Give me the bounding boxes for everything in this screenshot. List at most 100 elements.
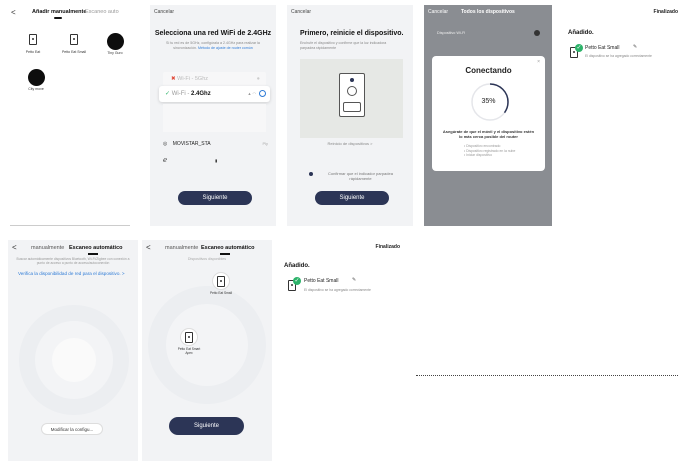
panel-added-top: Finalizado Añadido. ✓ Petto Eat Small ✎ … [560, 5, 680, 105]
button-shape [347, 86, 357, 96]
connection-steps: • Dispositivo encontrado • Dispositivo r… [464, 144, 515, 158]
wifi-illustration: ✖ Wi-Fi - 5Ghz ● ✓ Wi-Fi - 2.4Ghz ▲ ◠ [159, 72, 270, 132]
bottom-divider [10, 225, 130, 226]
tab-auto-underline [88, 253, 98, 255]
tab-auto[interactable]: Escaneo automático [69, 245, 123, 251]
panel-add-manually: < Añadir manualmente Escaneo auto Petto … [0, 0, 137, 226]
device-bubble [180, 328, 198, 346]
next-button[interactable]: Siguiente [178, 191, 252, 205]
network-action[interactable]: Ply [262, 141, 268, 146]
wifi-instructions: Si tu red es de 5GHz, configúrala a 2.4G… [162, 41, 264, 50]
device-label: Petto Eat [25, 50, 41, 54]
wifi-placeholder-row [163, 118, 266, 132]
connecting-modal: × Conectando 35% Asegúrate de que el móv… [432, 56, 545, 171]
reset-help-link[interactable]: Reinicio de dispositivos > [287, 141, 413, 146]
check-icon: ✓ [165, 91, 171, 97]
device-bubble [212, 272, 230, 290]
tab-auto[interactable]: Escaneo auto [85, 9, 119, 15]
added-device-row[interactable]: ✓ Petto Eat Small ✎ El dispositivo se ha… [570, 44, 678, 62]
wifi-24ghz-prefix: Wi-Fi - [171, 91, 192, 97]
device-status: El dispositivo se ha agregado correctame… [304, 288, 371, 292]
device-label: Petto Eat Smart Apex [177, 347, 201, 355]
modify-config-button[interactable]: Modificar la configu... [41, 423, 103, 435]
added-device-row[interactable]: ✓ Petto Eat Small ✎ El dispositivo se ha… [288, 277, 403, 295]
router-method-link[interactable]: Método de ajuste de router común [198, 46, 253, 50]
success-check-icon: ✓ [575, 44, 583, 52]
checkbox[interactable] [309, 172, 313, 176]
edit-icon[interactable]: ✎ [633, 44, 637, 50]
page-title: Selecciona una red WiFi de 2.4GHz [154, 30, 272, 37]
device-item-petto-eat-small[interactable]: Petto Eat Small [58, 34, 90, 54]
device-label: Petto Eat Small [210, 291, 232, 295]
verify-network-link[interactable]: Verifica la disponibilidad de red para e… [18, 271, 125, 276]
next-button[interactable]: Siguiente [315, 191, 389, 205]
edit-icon[interactable]: ✎ [352, 277, 356, 283]
found-label: Dispositivos disponibles [187, 257, 227, 261]
device-item-tiny-guro[interactable]: Tiny Guro [101, 33, 129, 55]
panel-auto-scan-found: < manualmente Escaneo automático Disposi… [142, 240, 272, 461]
device-item-petto-eat[interactable]: Petto Eat [18, 34, 48, 54]
device-name: Petto Eat Small [304, 278, 339, 284]
wifi-signal-icon: ▲ ◠ [247, 91, 256, 96]
tab-auto-underline [220, 253, 230, 255]
panel-added-bottom: Finalizado Añadido. ✓ Petto Eat Small ✎ … [280, 240, 405, 340]
cancel-link[interactable]: Cancelar [428, 9, 448, 15]
dotted-divider [416, 375, 678, 376]
tab-manual[interactable]: manualmente [31, 245, 64, 251]
finish-button[interactable]: Finalizado [376, 244, 400, 250]
found-device-1[interactable]: Petto Eat Small [208, 272, 234, 295]
back-icon[interactable]: < [146, 243, 151, 252]
panel-reset-device: Cancelar Primero, reinicie el dispositiv… [287, 5, 413, 226]
device-label: Petto Eat Small [61, 50, 87, 54]
wifi-placeholder-row [163, 104, 266, 118]
network-row[interactable]: ◎ MOVISTAR_STA Ply [163, 141, 268, 151]
panel-connecting: Cancelar Todos los dispositivos Disposit… [424, 5, 552, 226]
cancel-link[interactable]: Cancelar [291, 9, 311, 15]
tab-manual[interactable]: Añadir manualmente [32, 9, 86, 15]
confirm-label: Confirmar que el indicador parpadea rápi… [328, 171, 393, 181]
confirm-checkbox-row[interactable]: Confirmar que el indicador parpadea rápi… [309, 171, 404, 181]
page-title: Primero, reinicie el dispositivo. [300, 30, 404, 37]
device-body [339, 73, 365, 117]
network-name: MOVISTAR_STA [172, 141, 211, 147]
wifi-5ghz-label: Wi-Fi - 5Ghz [177, 76, 209, 82]
wifi-24ghz-bold: 2.4Ghz [191, 91, 211, 97]
tab-auto[interactable]: Escaneo automático [201, 245, 255, 251]
scan-notice: Buscar automáticamente dispositivos Blue… [16, 257, 130, 266]
device-status: El dispositivo se ha agregado correctame… [585, 54, 652, 58]
device-item-city-move[interactable]: City move [22, 69, 50, 91]
bg-device-row: Dispositivo Wi-Fi [437, 31, 466, 35]
tab-manual-underline [54, 17, 62, 19]
tab-manual[interactable]: manualmente [165, 245, 198, 251]
all-devices-title: Todos los dispositivos [461, 9, 515, 15]
found-device-2[interactable]: Petto Eat Smart Apex [176, 328, 202, 355]
progress-label: 35% [481, 98, 496, 105]
cancel-link[interactable]: Cancelar [154, 9, 174, 15]
wifi-icon: ◎ [163, 141, 168, 147]
password-row[interactable]: ℯ ▮ [163, 156, 268, 166]
next-button[interactable]: Siguiente [169, 417, 244, 435]
added-heading: Añadido. [284, 263, 310, 269]
feeder-icon [217, 276, 225, 287]
finish-button[interactable]: Finalizado [654, 9, 678, 15]
panel-auto-scan: < manualmente Escaneo automático Buscar … [8, 240, 138, 461]
reset-instructions: Enchufe el dispositivo y confirme que la… [300, 41, 387, 50]
modal-title: Conectando [465, 66, 512, 75]
back-icon[interactable]: < [11, 8, 16, 17]
error-icon: ✖ [171, 76, 176, 82]
wifi-24ghz-row: ✓ Wi-Fi - 2.4Ghz ▲ ◠ [159, 86, 270, 102]
device-illustration [300, 59, 403, 138]
panel-select-wifi: Cancelar Selecciona una red WiFi de 2.4G… [150, 5, 276, 226]
radar-inner [52, 338, 96, 382]
lock-icon: ● [256, 76, 260, 82]
feeder-icon [29, 34, 37, 45]
device-label: City move [28, 87, 44, 91]
eye-icon[interactable]: ▮ [215, 158, 217, 163]
close-icon[interactable]: × [537, 59, 540, 65]
password-icon: ℯ [163, 157, 168, 164]
back-icon[interactable]: < [12, 243, 17, 252]
wifi-5ghz-row: ✖ Wi-Fi - 5Ghz ● [163, 72, 266, 86]
info-icon [259, 90, 266, 97]
device-label: Tiny Guro [107, 51, 123, 55]
success-check-icon: ✓ [293, 277, 301, 285]
